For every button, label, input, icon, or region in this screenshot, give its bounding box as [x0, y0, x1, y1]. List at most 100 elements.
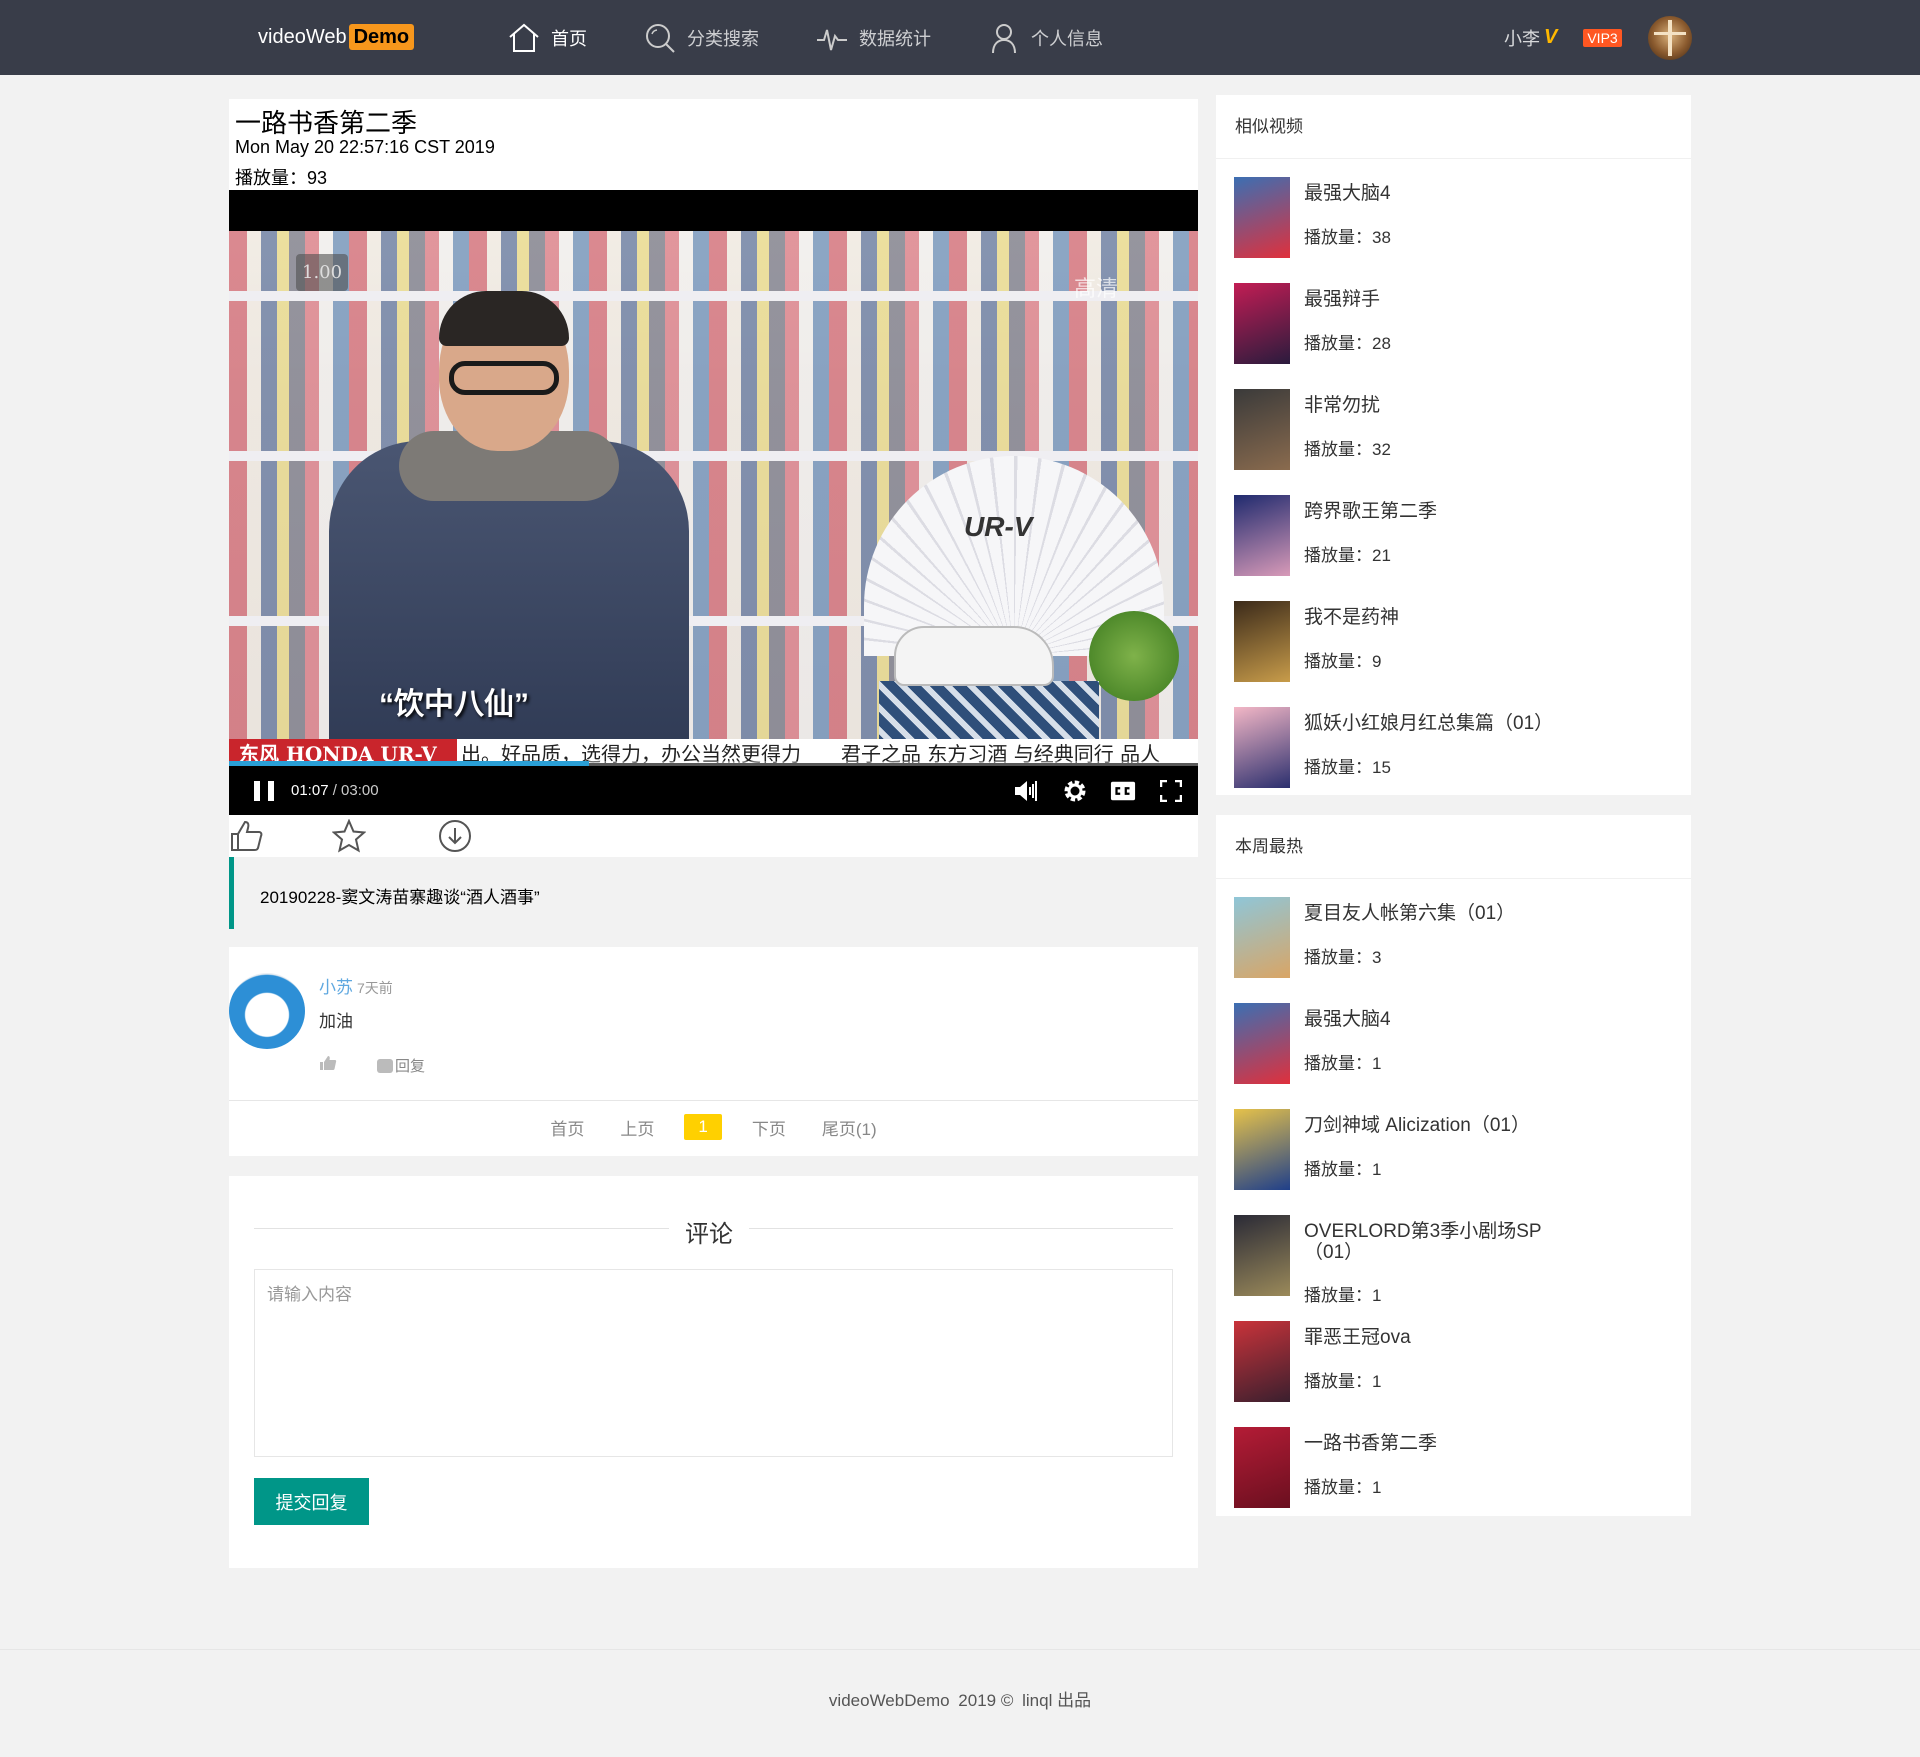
user-avatar[interactable] — [1647, 15, 1692, 60]
video-player[interactable]: UR-V “饮中八仙” 东风 HONDA UR-V 出。好品质，选得力，办公当然更… — [229, 190, 1198, 815]
time-display: 01:07 / 03:00 — [291, 782, 379, 799]
current-time: 01:07 — [291, 782, 329, 799]
video-item-title[interactable]: 非常勿扰 — [1304, 395, 1554, 416]
ticker-brand: 东风 HONDA UR-V — [229, 739, 457, 763]
nav-label: 数据统计 — [859, 28, 931, 49]
fullscreen-icon[interactable] — [1158, 778, 1184, 804]
comment-form: 评论 提交回复 — [229, 1176, 1198, 1568]
video-item-title[interactable]: 刀剑神域 Alicization（01） — [1304, 1115, 1554, 1136]
divider — [254, 1228, 669, 1229]
video-frame[interactable]: UR-V “饮中八仙” 东风 HONDA UR-V 出。好品质，选得力，办公当然更… — [229, 231, 1198, 763]
video-list-item[interactable]: 一路书香第二季 播放量：1 — [1216, 1427, 1691, 1516]
divider — [749, 1228, 1173, 1229]
video-item-plays: 播放量：21 — [1304, 546, 1391, 565]
volume-icon[interactable] — [1014, 778, 1040, 804]
video-item-plays: 播放量：1 — [1304, 1478, 1382, 1497]
page-prev[interactable]: 上页 — [614, 1112, 660, 1143]
video-list-item[interactable]: 刀剑神域 Alicization（01） 播放量：1 — [1216, 1109, 1691, 1215]
video-list-item[interactable]: 非常勿扰 播放量：32 — [1216, 389, 1691, 495]
video-list-item[interactable]: 夏目友人帐第六集（01） 播放量：3 — [1216, 897, 1691, 1003]
page-current[interactable]: 1 — [684, 1114, 722, 1140]
site-logo[interactable]: videoWeb Demo — [258, 22, 415, 52]
settings-gear-icon[interactable] — [1062, 778, 1088, 804]
video-thumbnail[interactable] — [1234, 1109, 1290, 1190]
weekly-hot-list: 夏目友人帐第六集（01） 播放量：3 最强大脑4 播放量：1 刀剑神域 Alicizat… — [1216, 879, 1691, 1516]
nav-item-search[interactable]: 分类搜索 — [643, 0, 759, 75]
playback-speed[interactable]: 1.00 — [296, 254, 349, 291]
video-thumbnail[interactable] — [1234, 1003, 1290, 1084]
page-next[interactable]: 下页 — [746, 1112, 792, 1143]
video-thumbnail[interactable] — [1234, 1215, 1290, 1296]
nav-item-profile[interactable]: 个人信息 — [987, 0, 1103, 75]
video-item-plays: 播放量：28 — [1304, 334, 1391, 353]
search-icon — [643, 21, 677, 55]
user-icon — [987, 21, 1021, 55]
hd-watermark: 高清 — [1074, 276, 1119, 301]
comment-like-icon[interactable] — [319, 1055, 339, 1073]
star-icon[interactable] — [331, 818, 367, 854]
video-thumbnail[interactable] — [1234, 707, 1290, 788]
commenter-avatar[interactable] — [229, 973, 305, 1049]
captions-icon[interactable] — [1110, 778, 1136, 804]
footer-copyright: 2019 © — [958, 1691, 1014, 1710]
reply-icon — [377, 1058, 393, 1073]
commenter-name[interactable]: 小苏 — [319, 978, 353, 997]
plant-prop — [1089, 611, 1179, 701]
video-list-item[interactable]: 最强大脑4 播放量：1 — [1216, 1003, 1691, 1109]
similar-videos-panel: 相似视频 最强大脑4 播放量：38 最强辩手 播放量：28 非常勿扰 播放量：32 跨界歌王… — [1216, 95, 1691, 795]
video-list-item[interactable]: 跨界歌王第二季 播放量：21 — [1216, 495, 1691, 601]
thumbs-up-icon[interactable] — [229, 818, 265, 854]
video-list-item[interactable]: 罪恶王冠ova 播放量：1 — [1216, 1321, 1691, 1427]
video-item-title[interactable]: OVERLORD第3季小剧场SP（01） — [1304, 1221, 1554, 1263]
comment-author: 小苏 7天前 — [319, 973, 393, 998]
player-right-controls — [992, 778, 1184, 804]
video-item-title[interactable]: 最强大脑4 — [1304, 183, 1554, 204]
video-thumbnail[interactable] — [1234, 283, 1290, 364]
video-thumbnail[interactable] — [1234, 897, 1290, 978]
logo-text: videoWeb — [258, 25, 347, 48]
video-list-item[interactable]: OVERLORD第3季小剧场SP（01） 播放量：1 — [1216, 1215, 1691, 1321]
video-item-plays: 播放量：3 — [1304, 948, 1382, 967]
video-item-title[interactable]: 一路书香第二季 — [1304, 1433, 1554, 1454]
video-item-title[interactable]: 罪恶王冠ova — [1304, 1327, 1554, 1348]
video-item-title[interactable]: 夏目友人帐第六集（01） — [1304, 903, 1554, 924]
video-ticker: 东风 HONDA UR-V 出。好品质，选得力，办公当然更得力 君子之品 东方习酒… — [229, 739, 1198, 763]
video-thumbnail[interactable] — [1234, 389, 1290, 470]
video-thumbnail[interactable] — [1234, 1427, 1290, 1508]
video-thumbnail[interactable] — [1234, 1321, 1290, 1402]
video-item-plays: 播放量：38 — [1304, 228, 1391, 247]
vip-badge: VIP3 — [1583, 28, 1622, 47]
nav-item-home[interactable]: 首页 — [507, 0, 587, 75]
video-item-title[interactable]: 狐妖小红娘月红总集篇（01） — [1304, 713, 1554, 734]
video-list-item[interactable]: 我不是药神 播放量：9 — [1216, 601, 1691, 707]
comment-reply-button[interactable]: 回复 — [377, 1055, 425, 1076]
video-item-plays: 播放量：15 — [1304, 758, 1391, 777]
video-list-item[interactable]: 最强大脑4 播放量：38 — [1216, 177, 1691, 283]
video-item-title[interactable]: 跨界歌王第二季 — [1304, 501, 1554, 522]
player-controls: 01:07 / 03:00 — [229, 766, 1198, 815]
page-first[interactable]: 首页 — [544, 1112, 590, 1143]
pause-button[interactable] — [254, 780, 274, 801]
video-item-title[interactable]: 我不是药神 — [1304, 607, 1554, 628]
submit-comment-button[interactable]: 提交回复 — [254, 1478, 369, 1525]
video-item-title[interactable]: 最强辩手 — [1304, 289, 1554, 310]
video-thumbnail[interactable] — [1234, 601, 1290, 682]
video-list-item[interactable]: 最强辩手播放量：28 — [1216, 283, 1691, 389]
video-thumbnail[interactable] — [1234, 495, 1290, 576]
comment-input[interactable] — [254, 1269, 1173, 1457]
video-item-plays: 播放量：1 — [1304, 1372, 1382, 1391]
video-title: 一路书香第二季 — [235, 108, 418, 138]
user-name[interactable]: 小李 — [1504, 25, 1540, 51]
page-last[interactable]: 尾页(1) — [816, 1112, 883, 1143]
video-item-title[interactable]: 最强大脑4 — [1304, 1009, 1554, 1030]
video-thumbnail[interactable] — [1234, 177, 1290, 258]
video-item-plays: 播放量：1 — [1304, 1054, 1382, 1073]
video-play-count: 播放量：93 — [235, 168, 328, 188]
download-icon[interactable] — [437, 818, 473, 854]
nav-item-stats[interactable]: 数据统计 — [815, 0, 931, 75]
similar-videos-list: 最强大脑4 播放量：38 最强辩手 播放量：28 非常勿扰 播放量：32 跨界歌王第二季 播放… — [1216, 159, 1691, 795]
video-list-item[interactable]: 狐妖小红娘月红总集篇（01） 播放量：15 — [1216, 707, 1691, 795]
weekly-hot-title: 本周最热 — [1216, 815, 1691, 879]
comment-pagination: 首页 上页 1 下页 尾页(1) — [229, 1112, 1198, 1142]
host-hair — [439, 291, 569, 346]
